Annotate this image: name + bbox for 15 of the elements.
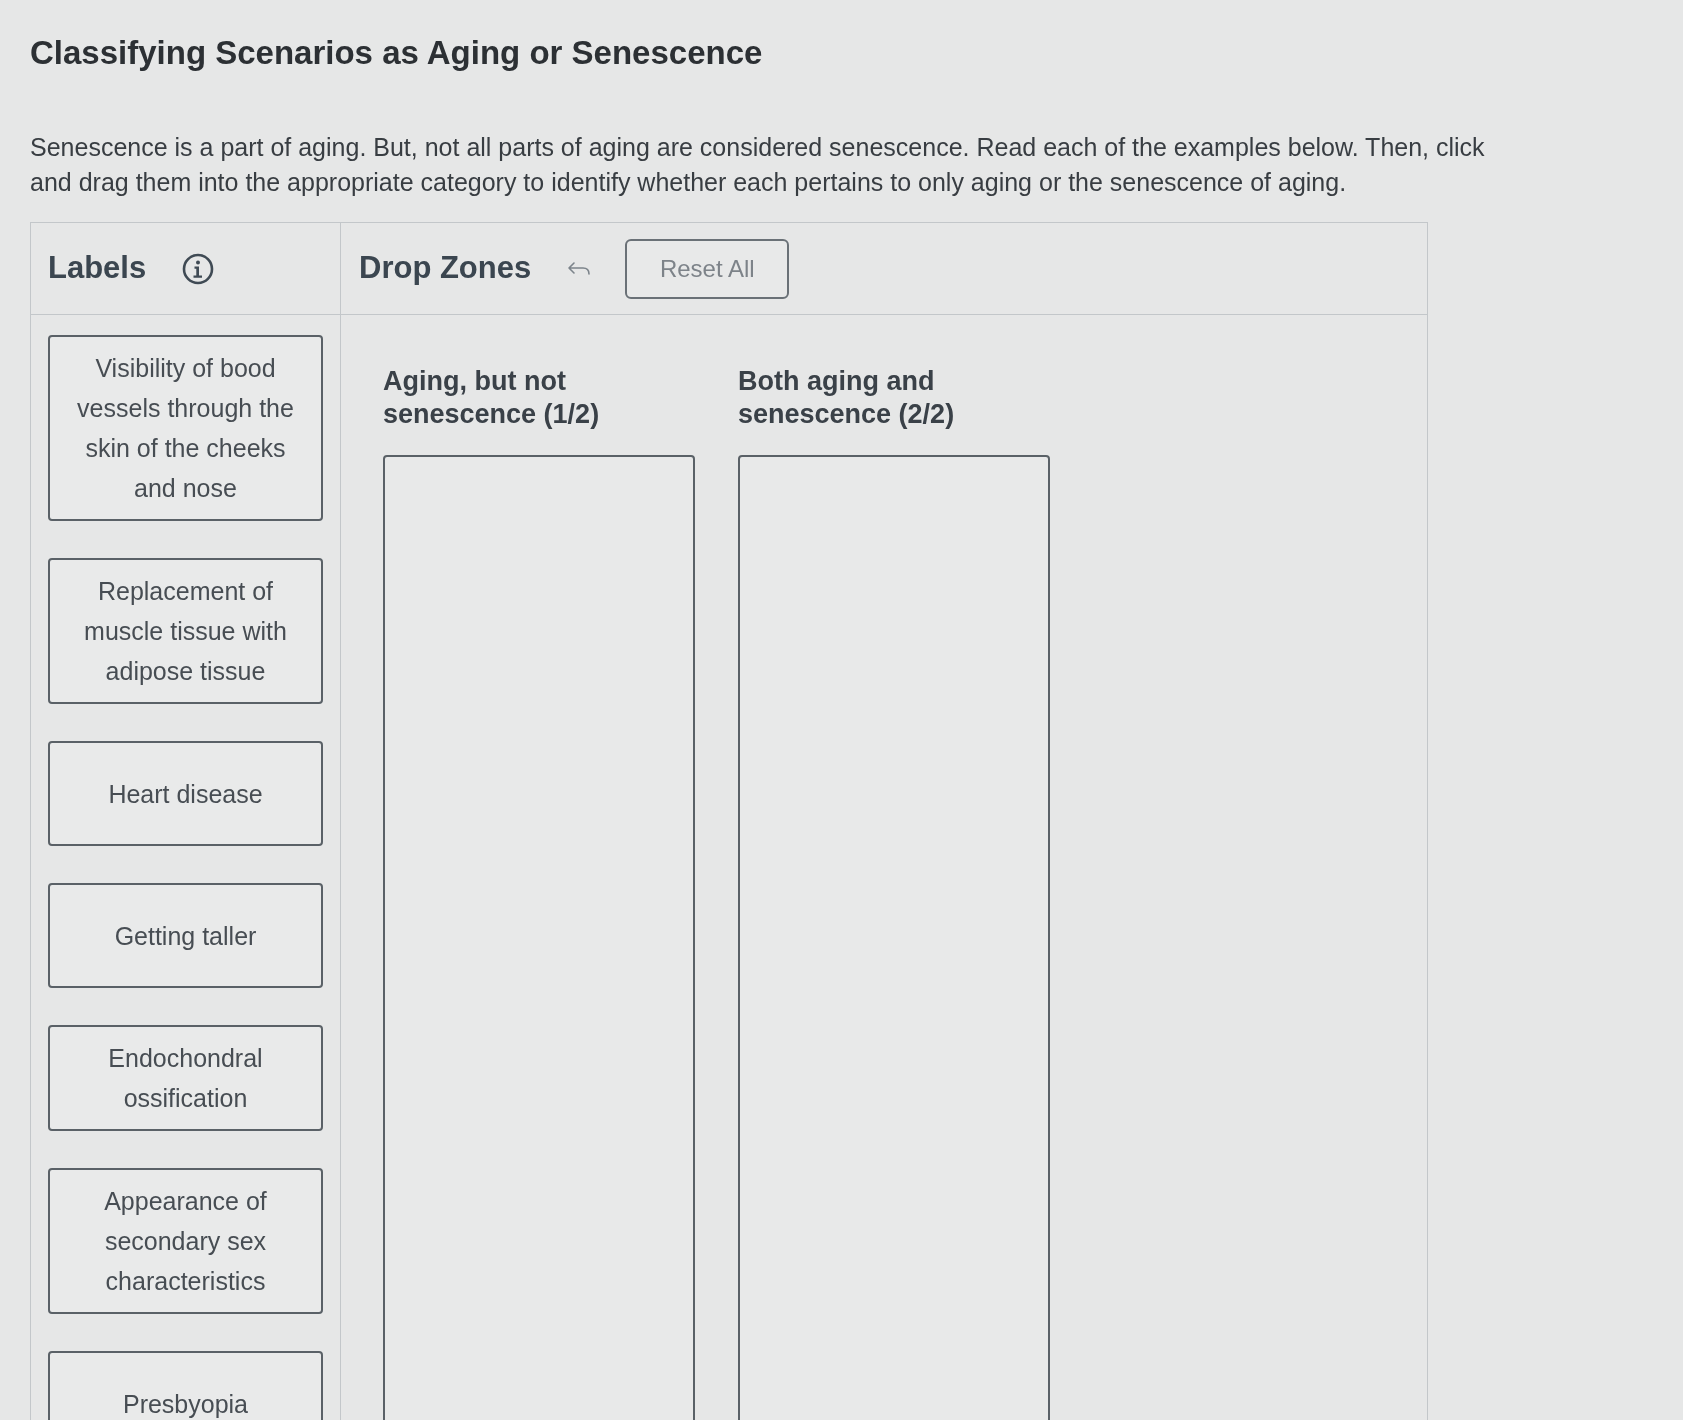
drop-zones-heading: Drop Zones xyxy=(359,249,532,288)
label-card[interactable]: Visibility of bood vessels through the skin of the cheeks and nose xyxy=(48,335,323,521)
drop-zone-heading: Aging, but not senescence (1/2) xyxy=(383,365,601,431)
labels-heading: Labels xyxy=(48,249,147,288)
page-title: Classifying Scenarios as Aging or Senescence xyxy=(30,33,763,73)
drop-zone-heading: Both aging and senescence (2/2) xyxy=(738,365,956,431)
instructions-text: Senescence is a part of aging. But, not all parts of aging are considered senescence. Read each of the examples below. Then, click and drag them into the appropriate category to identify whether each pertains to only aging or the senescence of aging. xyxy=(30,132,1486,198)
label-card[interactable]: Replacement of muscle tissue with adipose tissue xyxy=(48,558,323,704)
info-icon[interactable] xyxy=(182,252,215,285)
label-card[interactable]: Appearance of secondary sex characteristics xyxy=(48,1168,323,1314)
label-card[interactable]: Heart disease xyxy=(48,741,323,846)
undo-icon[interactable] xyxy=(567,260,592,277)
label-card[interactable]: Presbyopia xyxy=(48,1351,323,1420)
label-card[interactable]: Getting taller xyxy=(48,883,323,988)
label-card[interactable]: Endochondral ossification xyxy=(48,1025,323,1131)
